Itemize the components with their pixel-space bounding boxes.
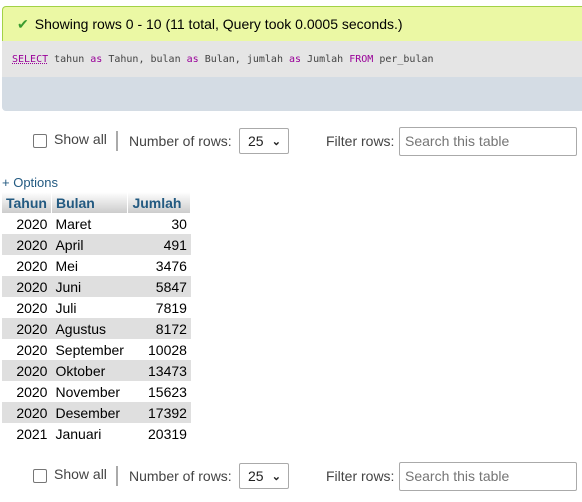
column-header-bulan[interactable]: Bulan: [51, 192, 129, 213]
cell-bulan: Juni: [51, 276, 128, 297]
cell-jumlah: 491: [127, 234, 191, 255]
rows-select[interactable]: 25 ⌄: [239, 128, 289, 154]
cell-jumlah: 10028: [148, 341, 187, 358]
cell-jumlah: 3476: [155, 257, 187, 274]
cell-bulan: November: [55, 383, 121, 400]
sql-text: per_bulan: [373, 53, 434, 65]
show-all-checkbox[interactable]: [33, 469, 47, 483]
separator: [116, 131, 118, 151]
table-row[interactable]: 2020 Agustus 8172: [2, 318, 191, 339]
separator: [116, 466, 118, 486]
cell-tahun: 2020: [16, 215, 48, 232]
top-navigation: Show all Number of rows: 25 ⌄ Filter rows…: [0, 126, 582, 156]
column-header-jumlah[interactable]: Jumlah: [127, 192, 192, 213]
cell-jumlah: 8172: [127, 318, 191, 339]
sql-select-keyword[interactable]: SELECT: [12, 54, 48, 65]
column-header-tahun[interactable]: Tahun: [2, 192, 52, 213]
success-message: ✔ Showing rows 0 - 10 (11 total, Query to…: [2, 6, 582, 41]
cell-tahun: 2020: [2, 276, 52, 297]
table-row[interactable]: 2020 Juli 7819: [2, 297, 191, 318]
cell-bulan: Desember: [51, 402, 128, 423]
cell-tahun: 2020: [2, 318, 52, 339]
sql-text: Jumlah: [301, 53, 350, 65]
cell-jumlah: 15623: [148, 383, 187, 400]
table-row[interactable]: 2020 Oktober 13473: [2, 360, 191, 381]
table-row[interactable]: 2020 Maret 30: [2, 213, 191, 234]
cell-bulan: Maret: [55, 215, 92, 232]
filter-label: Filter rows:: [326, 133, 395, 149]
checkmark-icon: ✔: [17, 15, 29, 32]
cell-jumlah: 17392: [127, 402, 191, 423]
cell-bulan: Mei: [55, 257, 79, 274]
rows-label: Number of rows:: [129, 133, 232, 149]
cell-jumlah: 7819: [155, 299, 187, 316]
sql-keyword: as: [186, 53, 199, 65]
cell-bulan: Oktober: [51, 360, 128, 381]
table-row[interactable]: 2020 Mei 3476: [2, 255, 191, 276]
filter-label: Filter rows:: [326, 468, 395, 484]
sql-keyword: FROM: [349, 53, 374, 65]
rows-label: Number of rows:: [129, 468, 232, 484]
table-row[interactable]: 2021 Januari 20319: [2, 423, 191, 444]
chevron-down-icon: ⌄: [271, 135, 281, 148]
cell-jumlah: 5847: [127, 276, 191, 297]
cell-jumlah: 30: [171, 215, 187, 232]
table-row[interactable]: 2020 Juni 5847: [2, 276, 191, 297]
cell-tahun: 2020: [16, 299, 48, 316]
show-all-checkbox[interactable]: [33, 134, 47, 148]
search-input[interactable]: [399, 126, 577, 156]
search-input[interactable]: [399, 461, 577, 491]
show-all-label[interactable]: Show all: [54, 466, 107, 482]
sql-query: SELECT tahun as Tahun, bulan as Bulan, j…: [2, 41, 582, 77]
cell-tahun: 2020: [2, 402, 52, 423]
cell-bulan: Agustus: [51, 318, 128, 339]
cell-tahun: 2021: [16, 425, 48, 442]
table-row[interactable]: 2020 Desember 17392: [2, 402, 191, 423]
cell-tahun: 2020: [16, 383, 48, 400]
sql-text: Bulan, jumlah: [198, 53, 289, 65]
rows-select[interactable]: 25 ⌄: [239, 463, 289, 489]
show-all-label[interactable]: Show all: [54, 131, 107, 147]
message-text: Showing rows 0 - 10 (11 total, Query too…: [34, 16, 403, 32]
sql-keyword: as: [90, 53, 103, 65]
rows-value: 25: [248, 133, 264, 149]
cell-bulan: April: [51, 234, 128, 255]
options-link[interactable]: + Options: [2, 175, 58, 190]
chevron-down-icon: ⌄: [271, 470, 281, 483]
cell-tahun: 2020: [16, 341, 48, 358]
table-row[interactable]: 2020 September 10028: [2, 339, 191, 360]
results-table: Tahun Bulan Jumlah 2020 Maret 30 2020 April 4…: [2, 192, 192, 444]
sql-text: tahun: [48, 53, 91, 65]
sql-toolbar: [2, 77, 582, 111]
cell-bulan: Juli: [55, 299, 77, 316]
cell-bulan: Januari: [55, 425, 102, 442]
cell-jumlah: 13473: [127, 360, 191, 381]
cell-tahun: 2020: [16, 257, 48, 274]
table-row[interactable]: 2020 April 491: [2, 234, 191, 255]
cell-tahun: 2020: [2, 234, 52, 255]
sql-text: Tahun, bulan: [102, 53, 187, 65]
rows-value: 25: [248, 468, 264, 484]
table-row[interactable]: 2020 November 15623: [2, 381, 191, 402]
sql-keyword: as: [288, 53, 302, 65]
cell-jumlah: 20319: [148, 425, 187, 442]
bottom-navigation: Show all Number of rows: 25 ⌄ Filter rows…: [0, 461, 582, 491]
cell-tahun: 2020: [2, 360, 52, 381]
cell-bulan: September: [55, 341, 124, 358]
